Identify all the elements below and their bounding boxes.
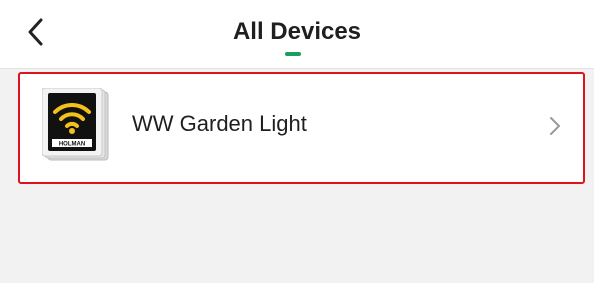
page-title: All Devices: [232, 18, 362, 45]
brand-label: HOLMAN: [59, 142, 85, 148]
header-bar: All Devices: [0, 0, 594, 69]
chevron-right-icon: [550, 117, 560, 135]
device-thumbnail: HOLMAN: [41, 87, 110, 162]
title-underline: [285, 52, 301, 56]
device-name: WW Garden Light: [132, 111, 307, 136]
device-row-ww-garden-light[interactable]: HOLMAN WW Garden Light: [18, 72, 585, 184]
